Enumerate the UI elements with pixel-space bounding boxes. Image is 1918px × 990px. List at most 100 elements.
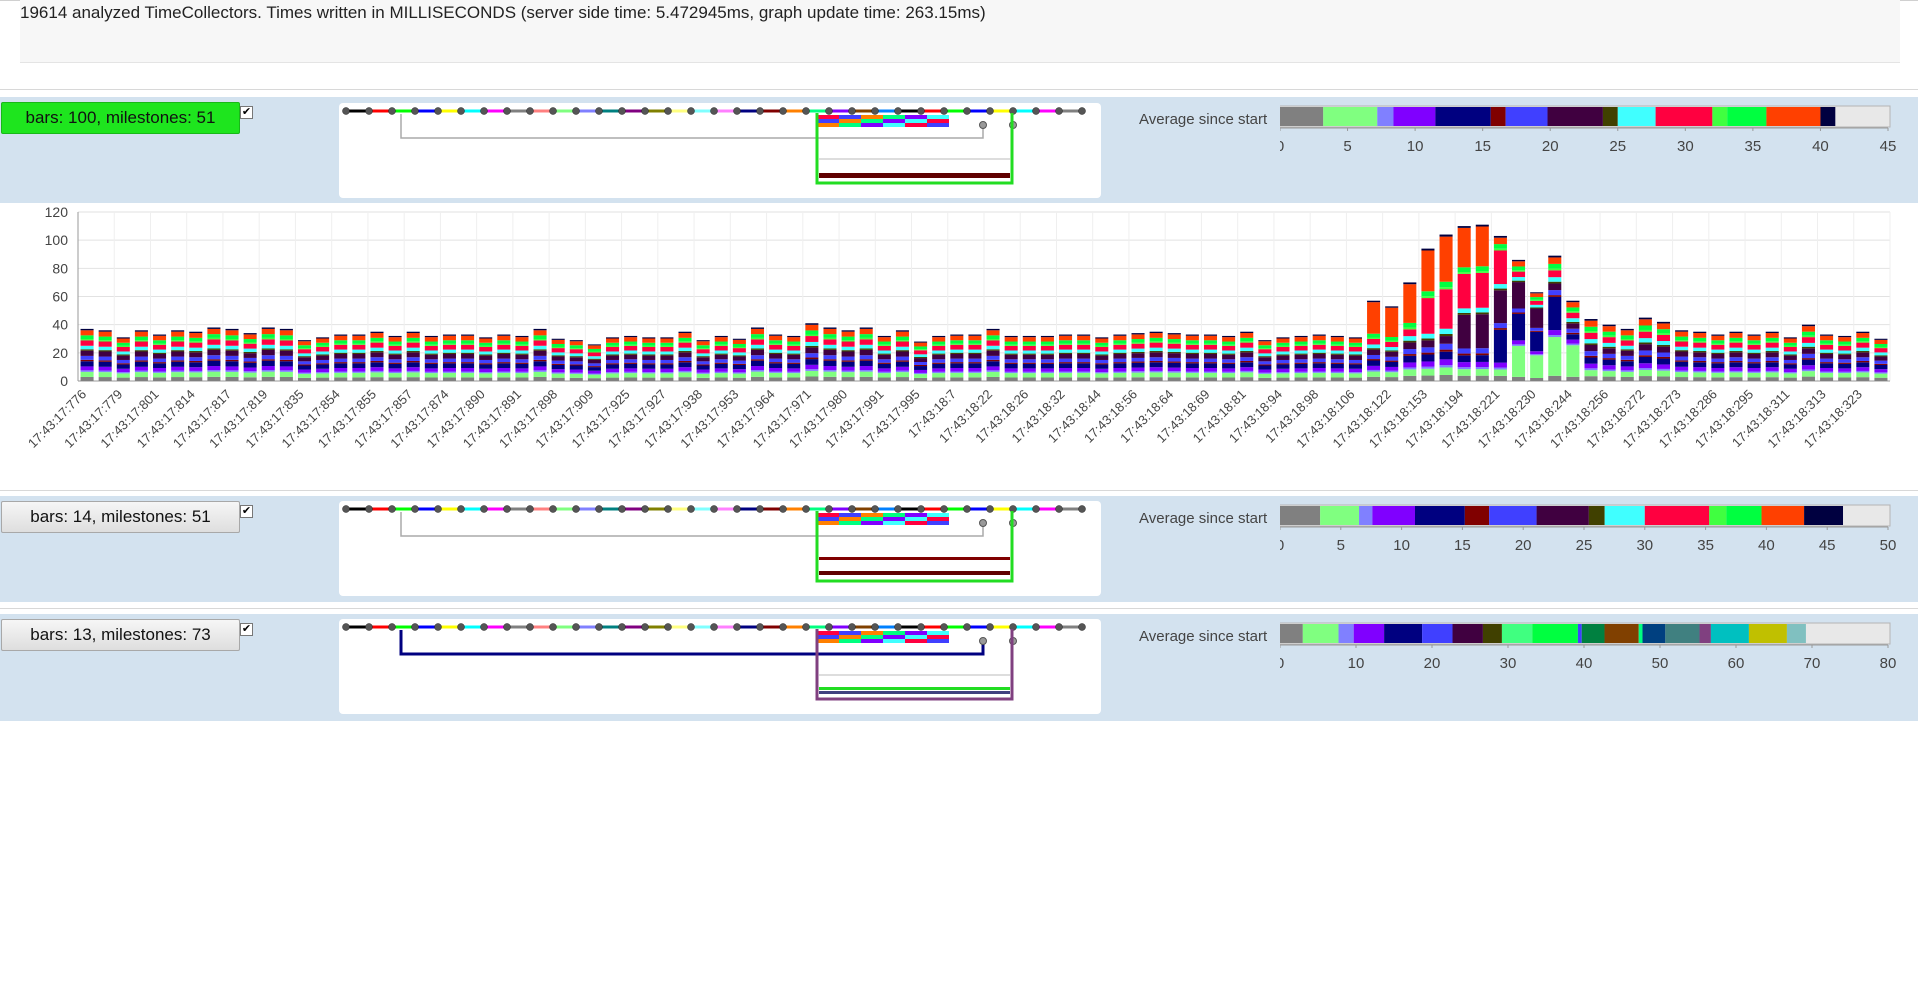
flow-milestone-node[interactable] <box>756 623 764 631</box>
chart-bar[interactable] <box>1167 333 1181 381</box>
chart-bar[interactable] <box>1385 306 1399 381</box>
flow-milestone-node[interactable] <box>457 505 465 513</box>
flow-milestone-node[interactable] <box>480 107 488 115</box>
flow-milestone-node[interactable] <box>457 107 465 115</box>
chart-bar[interactable] <box>1747 334 1761 381</box>
chart-bar[interactable] <box>678 331 692 381</box>
flow-milestone-node[interactable] <box>963 505 971 513</box>
flow-milestone-node[interactable] <box>756 505 764 513</box>
section-enable-checkbox[interactable]: ✔ <box>240 623 253 636</box>
chart-bar[interactable] <box>1149 331 1163 381</box>
chart-bar[interactable] <box>1584 319 1598 381</box>
flow-milestone-node[interactable] <box>825 623 833 631</box>
chart-bar[interactable] <box>370 331 384 381</box>
chart-bar[interactable] <box>932 335 946 381</box>
flow-milestone-node[interactable] <box>572 107 580 115</box>
chart-bar[interactable] <box>207 327 221 381</box>
flow-milestone-node[interactable] <box>526 623 534 631</box>
chart-bar[interactable] <box>1077 334 1091 381</box>
flow-milestone-node[interactable] <box>1055 505 1063 513</box>
flow-milestone-node[interactable] <box>963 623 971 631</box>
average-segment[interactable] <box>1490 107 1506 126</box>
average-segment[interactable] <box>1501 624 1533 643</box>
average-segment[interactable] <box>1665 624 1700 643</box>
flow-milestone-node[interactable] <box>664 505 672 513</box>
average-segment[interactable] <box>1489 506 1537 525</box>
average-segment[interactable] <box>1642 624 1666 643</box>
flow-milestone-node[interactable] <box>825 107 833 115</box>
flow-milestone-node[interactable] <box>1078 623 1086 631</box>
chart-bar[interactable] <box>1729 331 1743 381</box>
milestone-flow-diagram[interactable] <box>339 103 1101 198</box>
flow-milestone-node[interactable] <box>779 623 787 631</box>
flow-milestone-node[interactable] <box>1055 107 1063 115</box>
chart-bar[interactable] <box>823 327 837 381</box>
average-segment[interactable] <box>1414 506 1465 525</box>
chart-bar[interactable] <box>914 341 928 381</box>
chart-bar[interactable] <box>1656 321 1671 381</box>
chart-bar[interactable] <box>1203 334 1218 381</box>
chart-bar[interactable] <box>569 340 583 381</box>
flow-milestone-node[interactable] <box>687 107 695 115</box>
flow-milestone-node[interactable] <box>572 505 580 513</box>
flow-milestone-node[interactable] <box>526 107 534 115</box>
chart-bar[interactable] <box>153 334 167 381</box>
chart-bar[interactable] <box>1222 335 1236 381</box>
average-segment[interactable] <box>1482 624 1502 643</box>
chart-bar[interactable] <box>116 337 130 381</box>
average-segment[interactable] <box>1422 624 1453 643</box>
chart-bar[interactable] <box>1330 335 1344 381</box>
flow-milestone-node[interactable] <box>618 107 626 115</box>
chart-bar[interactable] <box>334 334 348 381</box>
chart-bar[interactable] <box>189 331 203 381</box>
chart-bar[interactable] <box>1258 340 1272 381</box>
flow-milestone-node[interactable] <box>641 107 649 115</box>
chart-bar[interactable] <box>497 334 511 381</box>
chart-bar[interactable] <box>1693 331 1707 381</box>
flow-milestone-node[interactable] <box>342 623 350 631</box>
milestone-flow-diagram[interactable] <box>339 501 1101 596</box>
average-segment[interactable] <box>1435 107 1491 126</box>
chart-bar[interactable] <box>225 328 239 381</box>
flow-milestone-node[interactable] <box>549 623 557 631</box>
chart-bar[interactable] <box>1620 328 1634 381</box>
average-segment[interactable] <box>1699 624 1711 643</box>
flow-milestone-node[interactable] <box>480 505 488 513</box>
chart-bar[interactable] <box>606 337 620 381</box>
flow-milestone-node[interactable] <box>848 107 856 115</box>
flow-milestone-node[interactable] <box>549 107 557 115</box>
chart-bar[interactable] <box>279 328 293 381</box>
chart-bar[interactable] <box>98 330 112 381</box>
flow-milestone-node[interactable] <box>664 623 672 631</box>
chart-bar[interactable] <box>1602 324 1616 381</box>
average-segment[interactable] <box>1748 624 1787 643</box>
average-segment[interactable] <box>1536 506 1589 525</box>
average-segment[interactable] <box>1638 624 1643 643</box>
flow-milestone-node[interactable] <box>664 107 672 115</box>
average-segment[interactable] <box>1761 506 1805 525</box>
chart-bar[interactable] <box>1113 334 1127 381</box>
bars-milestones-toggle-button[interactable]: bars: 100, milestones: 51 <box>1 102 240 134</box>
flow-milestone-node[interactable] <box>572 623 580 631</box>
flow-milestone-node[interactable] <box>894 505 902 513</box>
flow-milestone-node[interactable] <box>434 107 442 115</box>
chart-bar[interactable] <box>1348 337 1362 381</box>
flow-milestone-node[interactable] <box>802 623 810 631</box>
average-segment[interactable] <box>1280 506 1321 525</box>
chart-bar[interactable] <box>1548 255 1562 381</box>
flow-milestone-node[interactable] <box>710 623 718 631</box>
average-segment[interactable] <box>1712 107 1728 126</box>
flow-milestone-node[interactable] <box>710 505 718 513</box>
flow-milestone-node[interactable] <box>595 505 603 513</box>
chart-bar[interactable] <box>587 344 601 381</box>
flow-milestone-node[interactable] <box>388 505 396 513</box>
flow-milestone-node[interactable] <box>979 519 987 527</box>
flow-milestone-node[interactable] <box>549 505 557 513</box>
chart-bar[interactable] <box>859 327 873 381</box>
flow-milestone-node[interactable] <box>1078 107 1086 115</box>
average-segment[interactable] <box>1505 107 1548 126</box>
chart-bar[interactable] <box>1493 235 1507 381</box>
flow-milestone-node[interactable] <box>342 107 350 115</box>
chart-bar[interactable] <box>750 327 765 381</box>
flow-milestone-node[interactable] <box>986 623 994 631</box>
